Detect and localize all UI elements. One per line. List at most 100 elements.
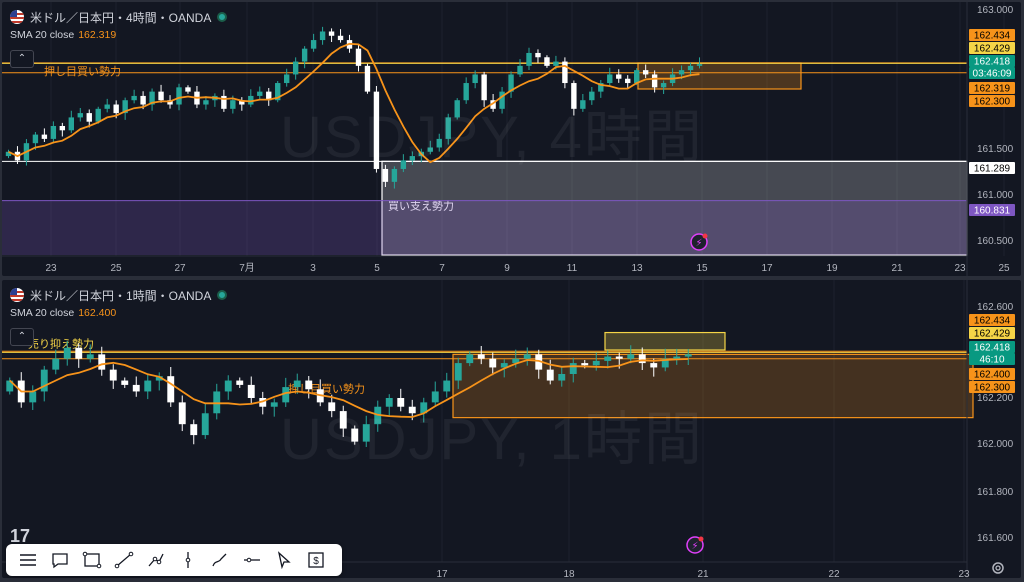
candle-body: [642, 70, 649, 75]
candle-body: [292, 61, 299, 75]
us-flag-icon: [10, 10, 24, 24]
y-tick-label: 160.500: [977, 236, 1014, 247]
gear-icon[interactable]: [990, 560, 1006, 576]
chevron-up-icon[interactable]: ⌃: [10, 50, 34, 68]
candle-body: [236, 380, 244, 385]
candle-body: [52, 358, 60, 370]
x-tick-label: 7月: [239, 262, 255, 274]
lightning-icon-glyph: ⚡: [695, 238, 702, 249]
candle-body: [224, 380, 232, 392]
candle-body: [98, 354, 106, 370]
path-icon[interactable]: [140, 546, 172, 574]
candle-body: [687, 65, 694, 71]
watermark: USDJPY, 1時間: [280, 407, 704, 472]
price-badge-label: 160.831: [974, 206, 1011, 217]
x-tick-label: 23: [958, 569, 970, 578]
candle-body: [109, 369, 117, 381]
sma-value: 162.319: [78, 29, 117, 41]
candle-body: [535, 52, 541, 58]
candle-body: [213, 391, 221, 414]
candle-body: [176, 87, 182, 105]
candle-body: [113, 104, 119, 114]
trend-line-icon[interactable]: [108, 546, 140, 574]
candle-body: [364, 65, 371, 92]
candle-body: [77, 113, 83, 118]
x-tick-label: 11: [567, 263, 578, 274]
notification-dot: [698, 536, 704, 542]
market-status-icon: [217, 12, 228, 22]
candle-body: [59, 126, 66, 131]
candle-body: [86, 354, 94, 359]
cursor-icon[interactable]: [268, 546, 300, 574]
candle-body: [355, 48, 362, 66]
candle-body: [203, 100, 209, 105]
candle-body: [477, 354, 485, 359]
candle-body: [305, 380, 313, 390]
x-tick-label: 27: [174, 263, 186, 274]
price-badge-label: 162.434: [974, 316, 1011, 327]
candle-body: [310, 40, 317, 49]
candle-body: [319, 31, 326, 41]
comment-icon[interactable]: [44, 546, 76, 574]
candle-body: [558, 374, 566, 381]
candle-body: [95, 108, 101, 122]
candle-body: [443, 380, 451, 392]
us-flag-icon: [10, 288, 24, 302]
brush-icon[interactable]: [204, 546, 236, 574]
chart-pane-1h[interactable]: 売り抑え勢力 押し目買い勢力 162.600 162.200 162.000 161.80…: [2, 280, 1021, 578]
candle-body: [40, 369, 48, 392]
candle-body: [466, 354, 474, 364]
x-tick-label: 25: [110, 263, 122, 274]
x-tick-label: 25: [998, 263, 1010, 274]
candle-body: [104, 104, 110, 109]
sma-label: SMA 20 close: [10, 307, 75, 319]
indicator-legend[interactable]: SMA 20 close 162.319: [10, 29, 116, 41]
symbol-title[interactable]: 米ドル／日本円・4時間・OANDA: [30, 9, 211, 26]
indicator-legend[interactable]: SMA 20 close 162.400: [10, 307, 116, 319]
price-range-icon[interactable]: $: [300, 546, 332, 574]
chart-header: 米ドル／日本円・4時間・OANDA: [10, 8, 228, 26]
candle-body: [178, 402, 186, 425]
y-tick-label: 161.600: [977, 533, 1014, 544]
chevron-up-icon[interactable]: ⌃: [10, 328, 34, 346]
purple-support-band: [2, 200, 967, 255]
candle-body: [678, 70, 685, 75]
candle-body: [140, 95, 146, 105]
candle-body: [526, 52, 532, 66]
lightning-icon-glyph: ⚡: [691, 541, 698, 552]
menu-icon[interactable]: [12, 546, 44, 574]
svg-text:$: $: [313, 556, 319, 567]
x-tick-label: 3: [310, 263, 316, 274]
candle-body: [41, 134, 48, 139]
candle-body: [190, 424, 198, 436]
candle-body: [553, 61, 559, 66]
x-tick-label: 21: [697, 569, 709, 578]
chart-pane-4h[interactable]: 押し目買い勢力買い支え勢力163.000161.500161.000160.50…: [2, 2, 1021, 276]
rectangle-icon[interactable]: [76, 546, 108, 574]
notification-dot: [702, 233, 708, 239]
symbol-title[interactable]: 米ドル／日本円・1時間・OANDA: [30, 287, 211, 304]
candle-body: [270, 402, 278, 407]
y-tick-label: 161.500: [977, 144, 1014, 155]
candle-body: [454, 363, 462, 381]
vertical-line-icon[interactable]: [172, 546, 204, 574]
horizontal-ray-icon[interactable]: [236, 546, 268, 574]
drawing-toolbar: $: [6, 544, 342, 576]
candle-body: [616, 74, 622, 79]
candle-body: [158, 91, 164, 101]
sma-value: 162.400: [78, 307, 117, 319]
candle-body: [634, 70, 640, 84]
candle-body: [185, 87, 191, 92]
x-tick-label: 22: [828, 569, 840, 578]
candle-body: [284, 74, 290, 84]
candle-body: [201, 413, 209, 436]
y-tick-label: 162.000: [977, 439, 1014, 450]
y-tick-label: 161.000: [977, 190, 1014, 201]
x-tick-label: 13: [631, 263, 643, 274]
zone-label-0: 売り抑え勢力: [28, 337, 94, 351]
candle-body: [684, 354, 692, 357]
x-tick-label: 17: [436, 569, 448, 578]
candle-body: [293, 380, 301, 388]
price-badge-label: 162.319: [974, 84, 1011, 95]
candle-body: [337, 35, 344, 41]
